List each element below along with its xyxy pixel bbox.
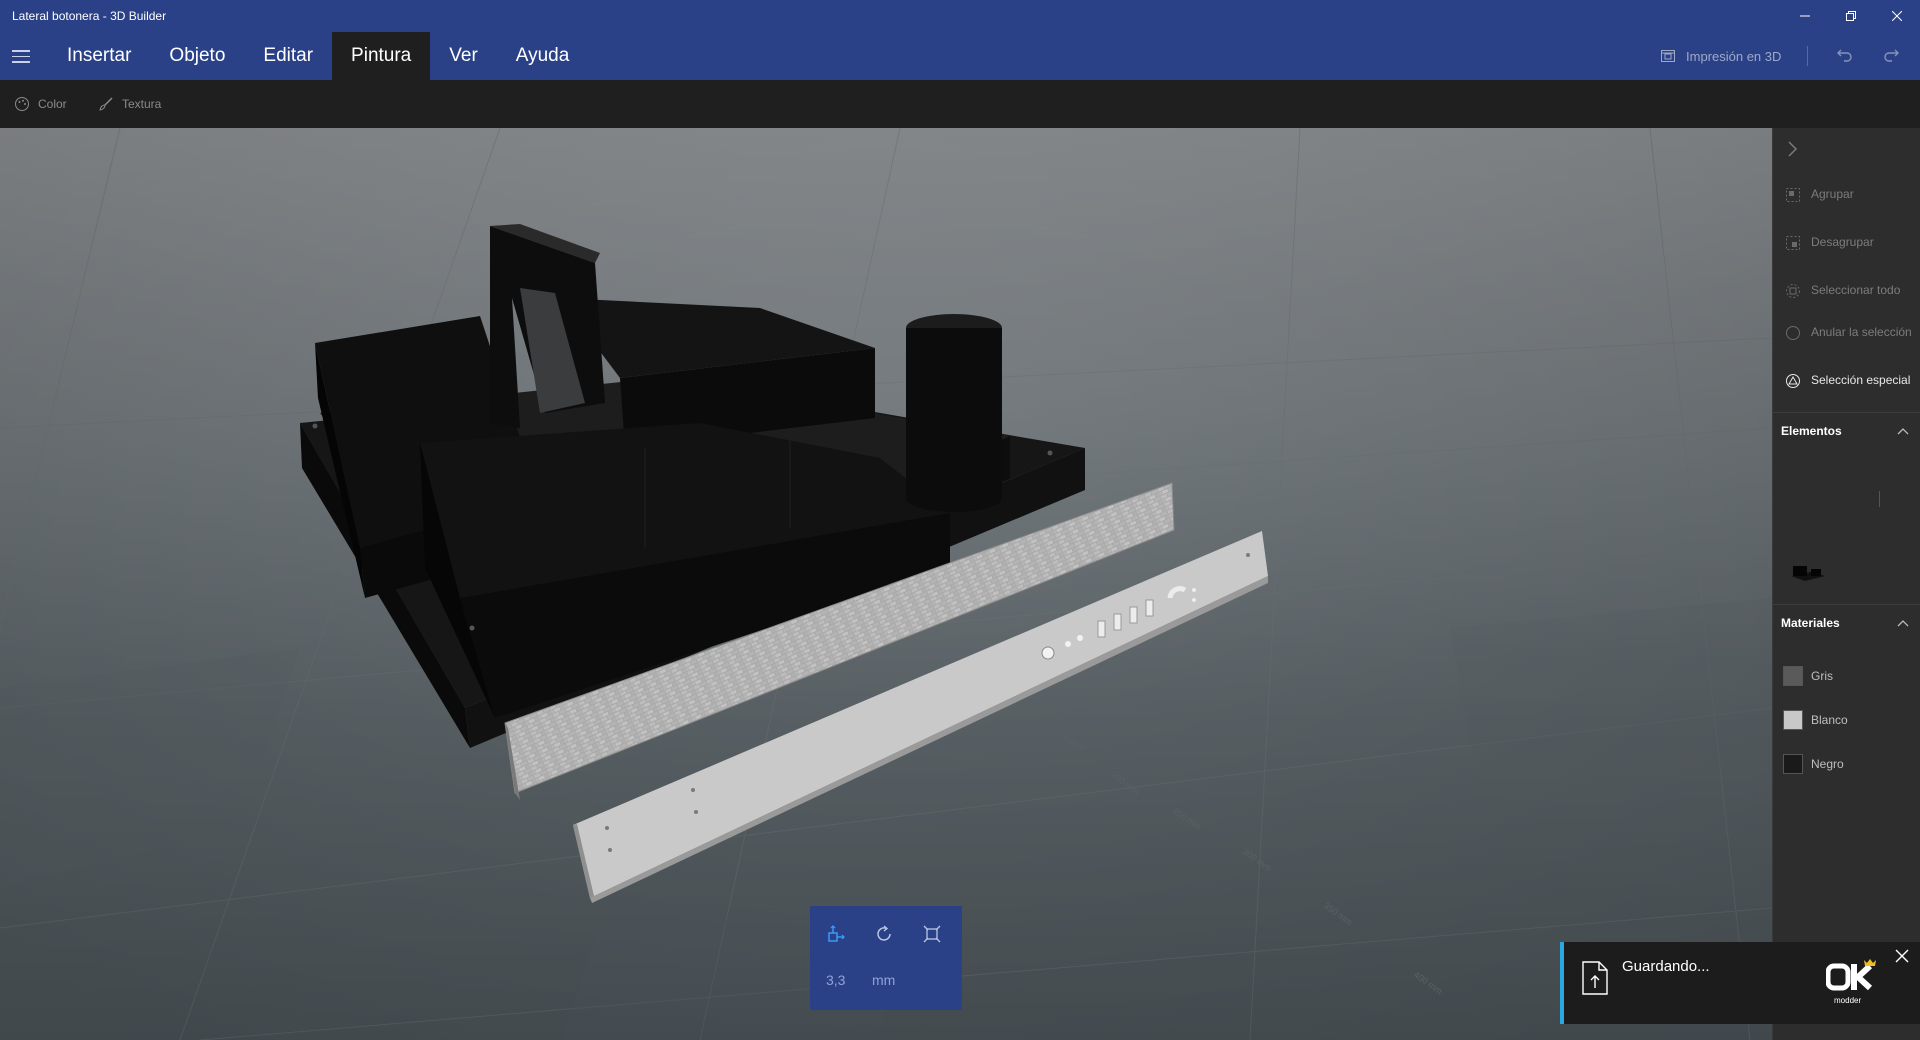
- collapse-panel-button[interactable]: [1785, 140, 1799, 163]
- scale-icon: [923, 925, 941, 943]
- rotate-button[interactable]: [874, 924, 894, 949]
- menu-tabs: Insertar Objeto Editar Pintura Ver Ayuda: [48, 32, 588, 80]
- ungroup-action[interactable]: Desagrupar: [1785, 234, 1920, 251]
- menu-tab-objeto[interactable]: Objeto: [150, 32, 244, 80]
- redo-icon: [1884, 49, 1899, 62]
- close-window-button[interactable]: [1874, 0, 1920, 32]
- modder-logo-icon: [1825, 959, 1876, 991]
- move-button[interactable]: [826, 924, 846, 949]
- brush-icon: [99, 97, 113, 111]
- menu-bar: Insertar Objeto Editar Pintura Ver Ayuda…: [0, 32, 1920, 80]
- color-tool-button[interactable]: Color: [14, 80, 67, 128]
- save-file-icon: [1580, 960, 1610, 1001]
- restore-button[interactable]: [1828, 0, 1874, 32]
- chevron-up-icon: [1897, 428, 1909, 435]
- print-3d-label: Impresión en 3D: [1686, 48, 1782, 64]
- modder-logo: modder: [1825, 958, 1878, 1006]
- chevron-up-icon: [1897, 620, 1909, 627]
- deselect-label: Anular la selección: [1811, 325, 1912, 339]
- close-icon: [1895, 949, 1909, 963]
- select-all-icon: [1786, 284, 1800, 298]
- ungroup-label: Desagrupar: [1811, 235, 1874, 249]
- toast-close-button[interactable]: [1894, 948, 1910, 969]
- saving-toast: Guardando... modder: [1560, 942, 1920, 1024]
- menu-divider: [1807, 46, 1808, 66]
- ungroup-icon: [1786, 236, 1800, 250]
- materials-collapse-button[interactable]: [1896, 616, 1910, 634]
- redo-button[interactable]: [1882, 46, 1900, 69]
- panel-divider: [1773, 604, 1920, 605]
- material-label: Blanco: [1811, 713, 1848, 727]
- materials-section-title: Materiales: [1781, 616, 1840, 630]
- transform-unit: mm: [872, 972, 896, 988]
- menu-tab-ver[interactable]: Ver: [430, 32, 497, 80]
- transform-value-field[interactable]: 3,3: [826, 972, 845, 988]
- print-3d-button[interactable]: Impresión en 3D: [1660, 32, 1781, 80]
- minimize-icon: [1800, 15, 1810, 17]
- document-upload-icon: [1582, 961, 1608, 995]
- special-selection-icon: [1786, 374, 1800, 388]
- right-panel: Agrupar Desagrupar Seleccionar todo Anul…: [1772, 128, 1920, 1040]
- material-label: Gris: [1811, 669, 1833, 683]
- select-all-label: Seleccionar todo: [1811, 283, 1901, 297]
- rotate-icon: [877, 925, 891, 941]
- group-label: Agrupar: [1811, 187, 1854, 201]
- material-swatch-negro[interactable]: Negro: [1783, 754, 1844, 774]
- restore-icon: [1846, 11, 1856, 21]
- minimize-button[interactable]: [1782, 0, 1828, 32]
- swatch-color-gris: [1783, 666, 1803, 686]
- elements-collapse-button[interactable]: [1896, 424, 1910, 442]
- move-icon: [828, 925, 845, 942]
- modder-logo-text: modder: [1834, 996, 1862, 1005]
- color-tool-label: Color: [38, 97, 67, 111]
- model-thumbnail-icon: [1791, 566, 1825, 581]
- scene-canvas: 150 mm 200 mm 250 mm 300 mm 350 mm 400 m…: [0, 128, 1772, 1040]
- hamburger-menu-icon[interactable]: [12, 50, 30, 64]
- material-swatch-blanco[interactable]: Blanco: [1783, 710, 1848, 730]
- menu-tab-editar[interactable]: Editar: [244, 32, 332, 80]
- menu-tab-ayuda[interactable]: Ayuda: [497, 32, 589, 80]
- deselect-action[interactable]: Anular la selección: [1785, 324, 1920, 341]
- 3d-viewport[interactable]: 150 mm 200 mm 250 mm 300 mm 350 mm 400 m…: [0, 128, 1772, 1040]
- special-selection-label: Selección especial: [1811, 373, 1911, 387]
- panel-divider: [1773, 412, 1920, 413]
- element-thumbnail[interactable]: [1789, 560, 1829, 587]
- menu-tab-insertar[interactable]: Insertar: [48, 32, 150, 80]
- group-icon: [1786, 188, 1800, 202]
- title-bar: Lateral botonera - 3D Builder: [0, 0, 1920, 32]
- window-controls: [1782, 0, 1920, 32]
- palette-icon: [15, 97, 29, 111]
- undo-button[interactable]: [1836, 46, 1854, 69]
- menu-tab-pintura[interactable]: Pintura: [332, 32, 431, 80]
- chevron-right-icon: [1788, 141, 1798, 157]
- material-swatch-gris[interactable]: Gris: [1783, 666, 1833, 686]
- texture-tool-button[interactable]: Textura: [98, 80, 161, 128]
- scale-button[interactable]: [922, 924, 942, 949]
- special-selection-action[interactable]: Selección especial: [1785, 372, 1920, 389]
- group-action[interactable]: Agrupar: [1785, 186, 1920, 203]
- material-label: Negro: [1811, 757, 1844, 771]
- swatch-color-blanco: [1783, 710, 1803, 730]
- tool-ribbon: Color Textura: [0, 80, 1920, 128]
- deselect-icon: [1786, 326, 1800, 340]
- element-scroll-indicator: [1879, 491, 1880, 507]
- undo-icon: [1837, 49, 1852, 62]
- close-icon: [1892, 11, 1902, 21]
- transform-widget: 3,3 mm: [810, 906, 962, 1010]
- toast-message: Guardando...: [1622, 958, 1710, 975]
- texture-tool-label: Textura: [122, 97, 162, 111]
- elements-section-title: Elementos: [1781, 424, 1842, 438]
- printer-3d-icon: [1661, 50, 1675, 62]
- swatch-color-negro: [1783, 754, 1803, 774]
- window-title: Lateral botonera - 3D Builder: [12, 9, 167, 23]
- select-all-action[interactable]: Seleccionar todo: [1785, 282, 1920, 299]
